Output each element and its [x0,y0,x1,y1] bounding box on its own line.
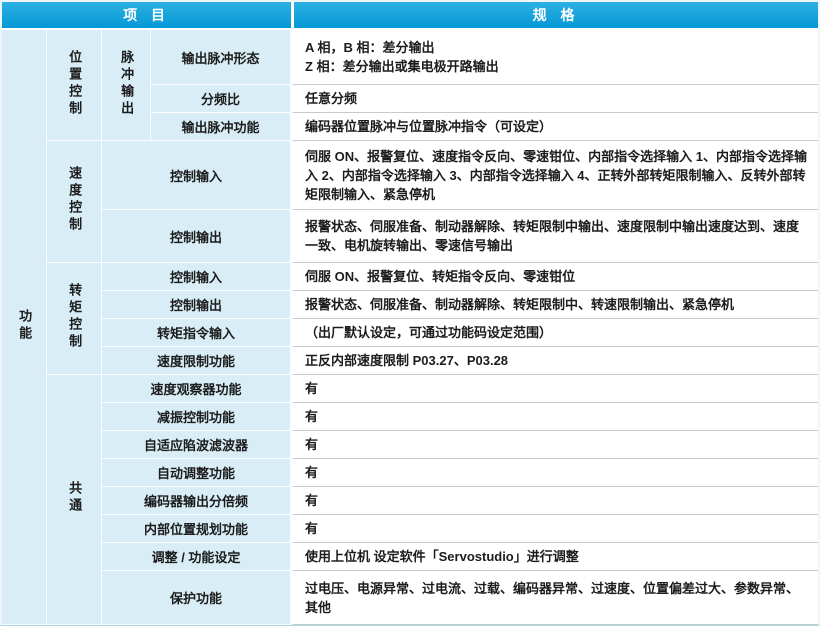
row-spec: 报警状态、伺服准备、制动器解除、转矩限制中、转速限制输出、紧急停机 [291,291,818,319]
table-row: 转矩指令输入 （出厂默认设定，可通过功能码设定范围） [2,319,818,347]
row-spec: 有 [291,515,818,543]
table-row: 调整 / 功能设定 使用上位机 设定软件「Servostudio」进行调整 [2,543,818,571]
row-label: 控制输入 [102,141,291,210]
header-item: 项 目 [2,2,291,30]
section-label-speed-control: 速度控制 [67,166,81,234]
table-row: 速度限制功能 正反内部速度限制 P03.27、P03.28 [2,347,818,375]
section-label-torque-control: 转矩控制 [67,283,81,351]
row-label: 速度限制功能 [102,347,291,375]
subsection-cell-pulse-output: 脉冲输出 [102,30,151,141]
table-row: 编码器输出分倍频 有 [2,487,818,515]
row-label: 分频比 [151,85,291,113]
row-label: 编码器输出分倍频 [102,487,291,515]
table-row: 控制输出 报警状态、伺服准备、制动器解除、转矩限制中输出、速度限制中输出速度达到… [2,210,818,263]
table-row: 保护功能 过电压、电源异常、过电流、过载、编码器异常、过速度、位置偏差过大、参数… [2,571,818,625]
row-label: 减振控制功能 [102,403,291,431]
table-row: 速度控制 控制输入 伺服 ON、报警复位、速度指令反向、零速钳位、内部指令选择输… [2,141,818,210]
group-label-function: 功能 [17,309,31,343]
row-spec: 伺服 ON、报警复位、速度指令反向、零速钳位、内部指令选择输入 1、内部指令选择… [291,141,818,210]
table-row: 共通 速度观察器功能 有 [2,375,818,403]
row-label: 自动调整功能 [102,459,291,487]
row-label: 保护功能 [102,571,291,625]
row-spec: 有 [291,375,818,403]
row-spec: 正反内部速度限制 P03.27、P03.28 [291,347,818,375]
table-row: 自动调整功能 有 [2,459,818,487]
row-spec: A 相，B 相：差分输出 Z 相：差分输出或集电极开路输出 [291,30,818,85]
section-label-common: 共通 [67,481,81,515]
row-label: 控制输出 [102,210,291,263]
section-cell-position-control: 位置控制 [47,30,102,141]
row-spec: 伺服 ON、报警复位、转矩指令反向、零速钳位 [291,263,818,291]
row-label: 速度观察器功能 [102,375,291,403]
row-label: 控制输入 [102,263,291,291]
spec-table-container: 项 目 规 格 功能 位置控制 脉冲输出 输出脉冲形态 A 相，B 相：差分输出… [0,0,820,626]
row-spec: （出厂默认设定，可通过功能码设定范围） [291,319,818,347]
servo-function-spec-table: 项 目 规 格 功能 位置控制 脉冲输出 输出脉冲形态 A 相，B 相：差分输出… [2,2,818,625]
row-label: 控制输出 [102,291,291,319]
table-row: 转矩控制 控制输入 伺服 ON、报警复位、转矩指令反向、零速钳位 [2,263,818,291]
row-label: 调整 / 功能设定 [102,543,291,571]
row-spec: 任意分频 [291,85,818,113]
subsection-label-pulse-output: 脉冲输出 [119,50,133,118]
table-row: 减振控制功能 有 [2,403,818,431]
row-spec: 有 [291,487,818,515]
section-cell-common: 共通 [47,375,102,625]
row-spec: 有 [291,459,818,487]
row-spec: 报警状态、伺服准备、制动器解除、转矩限制中输出、速度限制中输出速度达到、速度一致… [291,210,818,263]
table-row: 控制输出 报警状态、伺服准备、制动器解除、转矩限制中、转速限制输出、紧急停机 [2,291,818,319]
header-row: 项 目 规 格 [2,2,818,30]
row-spec: 过电压、电源异常、过电流、过载、编码器异常、过速度、位置偏差过大、参数异常、其他 [291,571,818,625]
table-row: 内部位置规划功能 有 [2,515,818,543]
section-cell-torque-control: 转矩控制 [47,263,102,375]
row-label: 转矩指令输入 [102,319,291,347]
row-label: 输出脉冲功能 [151,113,291,141]
header-spec: 规 格 [291,2,818,30]
table-row: 自适应陷波滤波器 有 [2,431,818,459]
group-cell-function: 功能 [2,30,47,625]
row-label: 内部位置规划功能 [102,515,291,543]
row-spec: 使用上位机 设定软件「Servostudio」进行调整 [291,543,818,571]
row-spec: 有 [291,431,818,459]
section-label-position-control: 位置控制 [67,50,81,118]
row-label: 输出脉冲形态 [151,30,291,85]
row-spec: 编码器位置脉冲与位置脉冲指令（可设定） [291,113,818,141]
table-row: 功能 位置控制 脉冲输出 输出脉冲形态 A 相，B 相：差分输出 Z 相：差分输… [2,30,818,85]
row-spec: 有 [291,403,818,431]
row-label: 自适应陷波滤波器 [102,431,291,459]
section-cell-speed-control: 速度控制 [47,141,102,263]
